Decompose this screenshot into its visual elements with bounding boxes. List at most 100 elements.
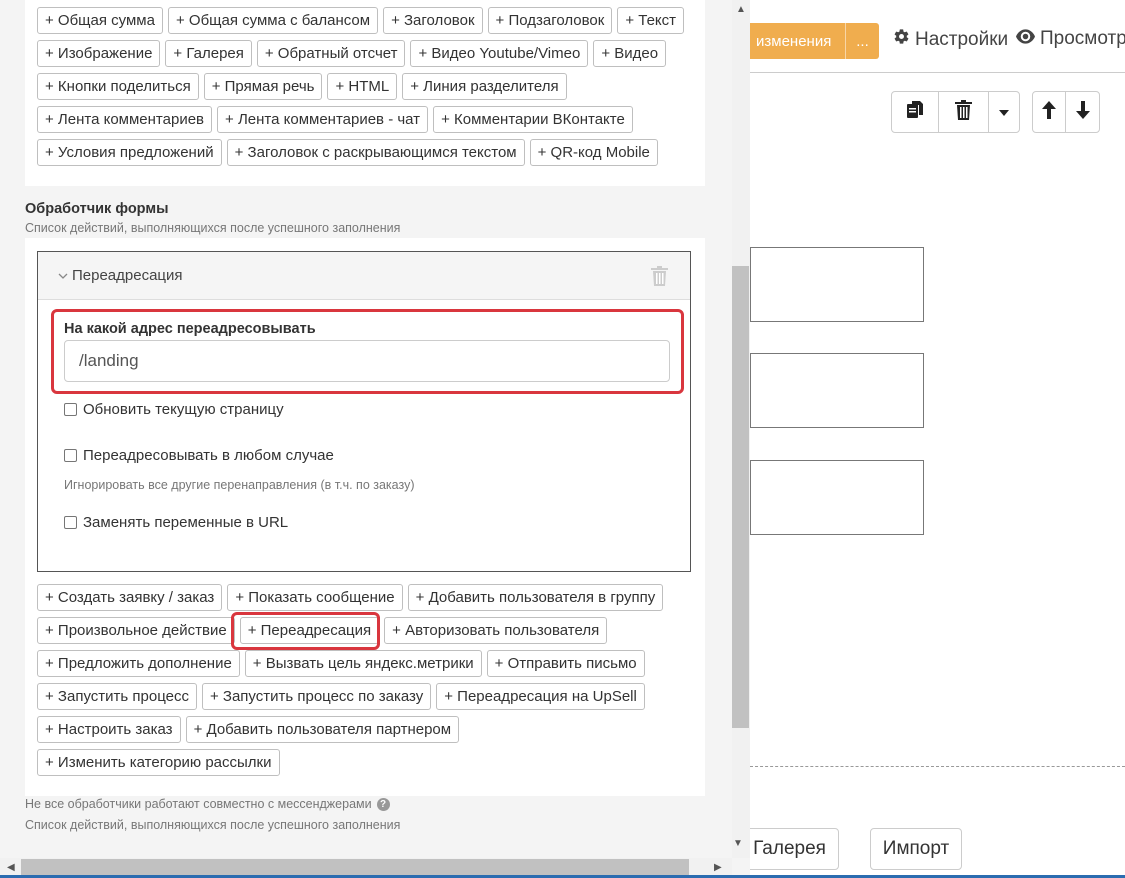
add-action-row: + Изменить категорию рассылки	[37, 749, 663, 776]
add-action-button[interactable]: + Добавить пользователя в группу	[407, 584, 664, 611]
add-block-button[interactable]: + Прямая речь	[203, 73, 323, 100]
replace-vars-checkbox[interactable]	[64, 516, 77, 529]
add-action-button[interactable]: + Запустить процесс	[37, 683, 197, 710]
help-icon[interactable]: ?	[376, 797, 390, 811]
scroll-right-arrow-icon[interactable]: ▶	[714, 862, 722, 873]
gear-icon	[893, 28, 910, 51]
add-block-button[interactable]: + Лента комментариев	[37, 106, 213, 133]
move-up-button[interactable]	[1033, 92, 1067, 132]
form-field-preview[interactable]	[750, 353, 924, 428]
add-block-button[interactable]: + Галерея	[165, 40, 252, 67]
refresh-page-label: Обновить текущую страницу	[83, 401, 284, 418]
scroll-left-arrow-icon[interactable]: ◀	[7, 862, 15, 873]
arrow-up-icon	[1042, 100, 1056, 124]
form-handler-subtitle: Список действий, выполняющихся после усп…	[25, 221, 401, 235]
redirect-action-header[interactable]: Переадресация	[38, 252, 690, 300]
replace-vars-option[interactable]: Заменять переменные в URL	[64, 514, 288, 531]
header-divider	[750, 72, 1125, 73]
settings-label: Настройки	[915, 28, 1009, 50]
horizontal-scrollbar-thumb[interactable]	[21, 859, 689, 875]
address-highlight-frame	[51, 309, 684, 394]
messenger-note: Не все обработчики работают совместно с …	[25, 797, 390, 811]
add-block-button[interactable]: + Заголовок с раскрывающимся текстом	[226, 139, 525, 166]
add-action-button[interactable]: + Создать заявку / заказ	[37, 584, 223, 611]
add-block-row: + Общая сумма + Общая сумма с балансом + З…	[37, 7, 685, 34]
messenger-note-text: Не все обработчики работают совместно с …	[25, 797, 372, 811]
refresh-page-checkbox[interactable]	[64, 403, 77, 416]
redirect-action-panel: Переадресация На какой адрес переадресов…	[37, 251, 691, 572]
refresh-page-option[interactable]: Обновить текущую страницу	[64, 401, 284, 418]
add-block-button[interactable]: + Кнопки поделиться	[37, 73, 199, 100]
eye-icon	[1016, 28, 1035, 50]
form-field-preview[interactable]	[750, 460, 924, 535]
preview-label: Просмотр	[1040, 28, 1125, 49]
delete-block-button[interactable]	[939, 92, 989, 132]
form-handler-title: Обработчик формы	[25, 201, 169, 217]
add-block-card: + Общая сумма + Общая сумма с балансом + З…	[25, 0, 705, 186]
add-action-button[interactable]: + Произвольное действие	[37, 617, 235, 644]
add-action-row: + Предложить дополнение + Вызвать цель ян…	[37, 650, 663, 677]
add-block-button[interactable]: + Общая сумма	[37, 7, 163, 34]
preview-link[interactable]: Просмотр	[1016, 28, 1125, 50]
add-block-button[interactable]: + Подзаголовок	[487, 7, 613, 34]
footer-subtitle: Список действий, выполняющихся после усп…	[25, 818, 401, 832]
section-divider	[750, 766, 1125, 767]
add-action-row: + Настроить заказ + Добавить пользователя…	[37, 716, 663, 743]
block-settings-panel: + Общая сумма + Общая сумма с балансом + З…	[0, 0, 750, 878]
save-more-button[interactable]: ...	[845, 23, 879, 59]
scroll-down-arrow-icon[interactable]: ▼	[733, 838, 743, 849]
save-changes-label: изменения	[756, 32, 832, 50]
add-block-row: + Условия предложений + Заголовок с раскр…	[37, 139, 684, 166]
add-action-button[interactable]: + Отправить письмо	[486, 650, 645, 677]
arrow-down-icon	[1075, 100, 1090, 124]
always-redirect-option[interactable]: Переадресовывать в любом случае	[64, 447, 334, 464]
scroll-up-arrow-icon[interactable]: ▲	[736, 4, 746, 15]
add-block-button[interactable]: + Изображение	[37, 40, 161, 67]
add-block-button[interactable]: + Обратный отсчет	[256, 40, 406, 67]
trash-icon	[954, 99, 972, 125]
add-action-button[interactable]: + Переадресация на UpSell	[436, 683, 645, 710]
chevron-down-icon[interactable]	[58, 267, 68, 285]
add-block-row: + Кнопки поделиться + Прямая речь + HTML + …	[37, 73, 684, 100]
add-action-button[interactable]: + Показать сообщение	[227, 584, 403, 611]
block-more-dropdown[interactable]	[989, 92, 1020, 132]
add-action-button[interactable]: + Вызвать цель яндекс.метрики	[244, 650, 482, 677]
always-redirect-checkbox[interactable]	[64, 449, 77, 462]
copy-block-button[interactable]	[892, 92, 940, 132]
add-action-button[interactable]: + Предложить дополнение	[37, 650, 240, 677]
add-action-row: + Запустить процесс + Запустить процесс п…	[37, 683, 663, 710]
replace-vars-label: Заменять переменные в URL	[83, 514, 289, 531]
add-block-button[interactable]: + Видео Youtube/Vimeo	[410, 40, 589, 67]
add-block-button[interactable]: + Линия разделителя	[402, 73, 567, 100]
add-block-button[interactable]: + Условия предложений	[37, 139, 222, 166]
add-action-button[interactable]: + Изменить категорию рассылки	[37, 749, 280, 776]
save-changes-button[interactable]: изменения ...	[740, 23, 879, 59]
vertical-scrollbar-thumb[interactable]	[732, 266, 749, 728]
add-block-button[interactable]: + Лента комментариев - чат	[217, 106, 429, 133]
add-block-button[interactable]: + Общая сумма с балансом	[167, 7, 379, 34]
form-handler-card: Переадресация На какой адрес переадресов…	[25, 238, 705, 796]
always-redirect-hint: Игнорировать все другие перенаправления …	[64, 478, 415, 492]
block-tools-group	[891, 91, 1020, 133]
caret-down-icon	[998, 103, 1009, 121]
copy-icon	[906, 100, 924, 125]
add-action-button[interactable]: + Авторизовать пользователя	[384, 617, 608, 644]
add-block-button[interactable]: + Видео	[593, 40, 667, 67]
add-block-button[interactable]: + Заголовок	[383, 7, 483, 34]
add-block-button[interactable]: + Текст	[617, 7, 685, 34]
add-action-button[interactable]: + Запустить процесс по заказу	[201, 683, 432, 710]
gallery-button[interactable]: Галерея	[740, 828, 839, 870]
add-block-row: + Лента комментариев + Лента комментариев…	[37, 106, 684, 133]
add-action-button[interactable]: + Добавить пользователя партнером	[185, 716, 460, 743]
add-block-button[interactable]: + QR-код Mobile	[529, 139, 658, 166]
move-down-button[interactable]	[1066, 92, 1099, 132]
add-action-button[interactable]: + Настроить заказ	[37, 716, 181, 743]
add-block-button[interactable]: + Комментарии ВКонтакте	[433, 106, 633, 133]
import-button[interactable]: Импорт	[870, 828, 962, 870]
add-block-button[interactable]: + HTML	[327, 73, 398, 100]
add-action-row: + Создать заявку / заказ + Показать сообщ…	[37, 584, 664, 611]
trash-icon[interactable]	[651, 266, 668, 291]
settings-link[interactable]: Настройки	[893, 28, 1008, 51]
add-block-buttons: + Общая сумма + Общая сумма с балансом + З…	[25, 7, 685, 172]
form-field-preview[interactable]	[750, 247, 924, 322]
